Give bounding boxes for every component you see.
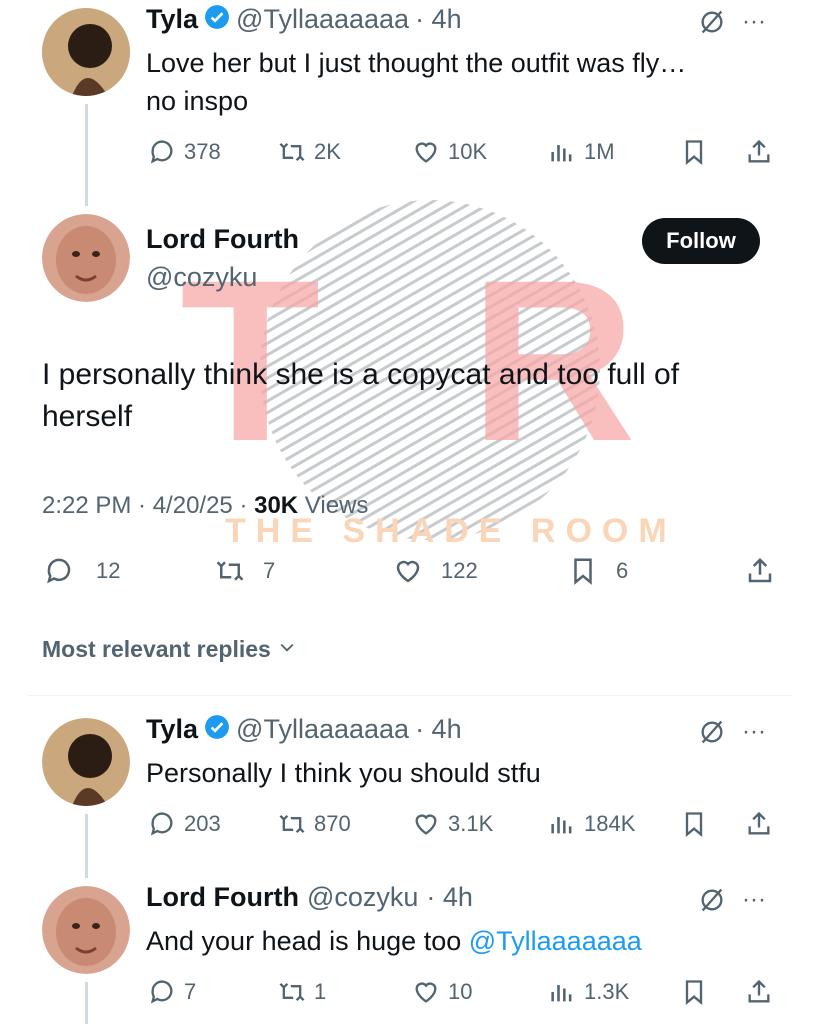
post-time: · 4h [415,4,462,34]
bookmark-button[interactable]: 6 [568,556,628,586]
grok-icon[interactable] [698,718,726,751]
views-button[interactable]: 1.3K [548,978,629,1006]
retweet-count: 870 [314,811,351,836]
author-handle[interactable]: @cozyku [307,882,418,913]
like-count: 3.1K [448,811,494,836]
share-button[interactable] [745,556,775,586]
tweet-text-line2: no inspo [146,86,249,116]
retweet-count: 1 [314,979,327,1004]
share-button[interactable] [745,138,773,166]
views-count: 1.3K [584,979,630,1004]
share-button[interactable] [745,810,773,838]
bookmark-button[interactable] [680,978,708,1006]
like-count: 10K [448,139,488,164]
grok-icon[interactable] [698,8,726,41]
like-button[interactable]: 10K [412,138,487,166]
reply-count: 378 [184,139,221,164]
bookmark-button[interactable] [680,810,708,838]
avatar[interactable] [42,718,130,806]
reply-sort-label: Most relevant replies [42,636,271,662]
main-tweet-text: I personally think she is a copycat and … [42,358,680,391]
post-time: · 4h [415,714,462,744]
retweet-button[interactable]: 2K [278,138,341,166]
more-icon[interactable]: ··· [742,8,766,36]
views-count: 184K [584,811,636,836]
divider [28,695,792,696]
main-tweet-text-line2: herself [42,400,133,433]
like-button[interactable]: 10 [412,978,472,1006]
views-button[interactable]: 1M [548,138,615,166]
bookmark-button[interactable] [680,138,708,166]
follow-button[interactable]: Follow [642,218,760,264]
retweet-button[interactable]: 870 [278,810,351,838]
views-label: Views [298,492,369,519]
bookmark-count: 6 [616,558,629,583]
post-time: · 4h [426,882,473,912]
verified-badge-icon [204,714,230,745]
avatar[interactable] [42,214,130,302]
author-handle[interactable]: @Tyllaaaaaaa [236,714,409,745]
author-name[interactable]: Lord Fourth [146,882,299,913]
share-button[interactable] [745,978,773,1006]
like-count: 122 [441,558,478,583]
views-count: 30K [254,492,299,519]
reply-button[interactable]: 12 [44,556,120,586]
author-handle[interactable]: @Tyllaaaaaaa [236,4,409,35]
verified-badge-icon [204,4,230,35]
author-handle[interactable]: @cozyku [146,262,257,293]
tweet-text: And your head is huge too [146,926,469,956]
mention-link[interactable]: @Tyllaaaaaaa [469,926,642,956]
thread-line [85,814,88,878]
like-count: 10 [448,979,473,1004]
retweet-count: 2K [314,139,341,164]
retweet-button[interactable]: 1 [278,978,326,1006]
views-button[interactable]: 184K [548,810,635,838]
reply-sort-dropdown[interactable]: Most relevant replies [42,636,297,663]
thread-line [85,982,88,1024]
thread-line [85,104,88,206]
retweet-button[interactable]: 7 [215,556,275,586]
chevron-down-icon [277,636,297,663]
views-count: 1M [584,139,615,164]
avatar[interactable] [42,8,130,96]
reply-button[interactable]: 203 [148,810,221,838]
tweet-text: Personally I think you should stfu [146,758,541,788]
author-name[interactable]: Lord Fourth [146,224,299,255]
reply-button[interactable]: 378 [148,138,221,166]
tweet-timestamp[interactable]: 2:22 PM · 4/20/25 · [42,492,254,519]
avatar[interactable] [42,886,130,974]
reply-count: 12 [96,558,121,583]
tweet-text: Love her but I just thought the outfit w… [146,48,687,78]
like-button[interactable]: 122 [393,556,478,586]
author-name[interactable]: Tyla [146,4,198,35]
grok-icon[interactable] [698,886,726,919]
reply-count: 7 [184,979,197,1004]
retweet-count: 7 [263,558,276,583]
more-icon[interactable]: ··· [742,718,766,746]
more-icon[interactable]: ··· [742,886,766,914]
like-button[interactable]: 3.1K [412,810,493,838]
reply-button[interactable]: 7 [148,978,196,1006]
reply-count: 203 [184,811,221,836]
author-name[interactable]: Tyla [146,714,198,745]
